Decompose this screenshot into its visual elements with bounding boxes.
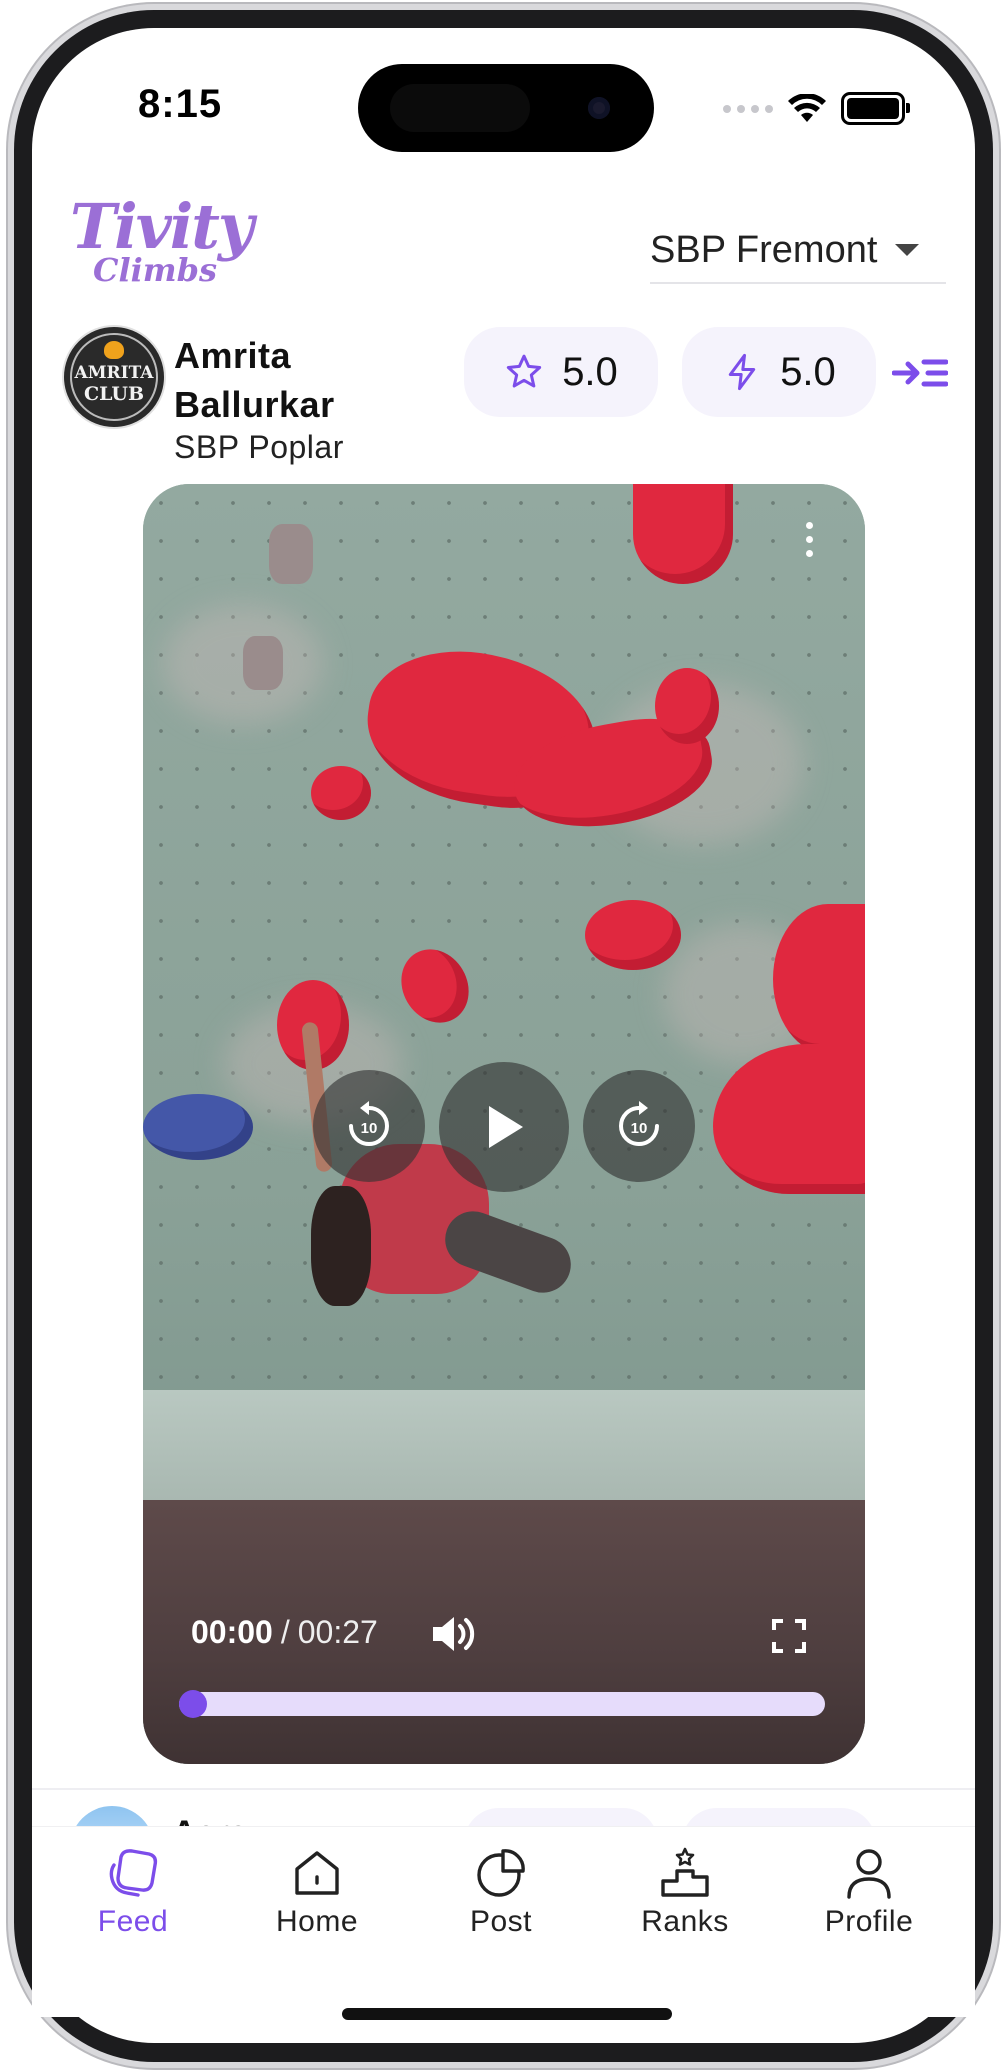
difficulty-rating-value: 5.0 [780,349,836,394]
wall-base [143,1390,865,1500]
video-progress-thumb[interactable] [179,1690,207,1718]
home-indicator[interactable] [342,2008,672,2020]
lightning-icon [729,353,756,391]
battery-icon [841,92,910,125]
tab-ranks[interactable]: Ranks [610,1847,760,1939]
front-camera [588,97,610,119]
avatar-text-line1: AMRITA [74,363,154,383]
difficulty-rating-pill[interactable]: 5.0 [682,327,876,417]
app-logo: Tivity Climbs [70,190,254,289]
tab-post-label: Post [469,1905,533,1938]
home-icon [295,1851,339,1895]
tab-feed[interactable]: Feed [58,1847,208,1939]
climbing-hold-blue [143,1094,253,1160]
logo-line2: Climbs [92,251,218,289]
forward-seconds: 10 [631,1120,648,1137]
feed-icon [109,1849,158,1897]
dynamic-island [358,64,654,152]
climber-hair [311,1186,371,1306]
quality-rating-value: 5.0 [562,349,618,394]
gym-selector[interactable]: SBP Fremont [650,218,946,284]
flame-icon [104,341,124,359]
rewind-10-icon: 10 [349,1101,389,1146]
gym-selector-value: SBP Fremont [650,228,878,271]
rewind-10-button[interactable]: 10 [313,1070,425,1182]
more-options-icon[interactable] [803,522,815,570]
status-bar: 8:15 [0,0,1005,152]
climbing-hold [311,766,371,820]
rewind-seconds: 10 [361,1120,378,1137]
tab-home[interactable]: Home [242,1847,392,1939]
post-user-name[interactable]: Amrita Ballurkar [174,331,374,429]
climbing-hold [633,484,733,584]
tab-feed-label: Feed [97,1905,169,1938]
video-timecode: 00:00 / 00:27 [191,1614,378,1651]
island-sensor [390,84,530,132]
tab-post[interactable]: Post [426,1847,576,1939]
quality-rating-pill[interactable]: 5.0 [464,327,658,417]
climbing-hold [655,668,719,744]
video-current-time: 00:00 [191,1614,273,1650]
arrow-list-icon[interactable] [892,355,948,391]
logo-line1: Tivity [70,190,254,263]
tab-profile-label: Profile [824,1905,914,1938]
volume-icon[interactable] [429,1612,477,1656]
dropdown-caret-icon [895,244,920,256]
climbing-hold [585,900,681,970]
play-button[interactable] [439,1062,569,1192]
star-icon [507,354,542,388]
bottom-tab-bar: Feed Home Post Ranks Profile [32,1826,975,2017]
avatar[interactable]: AMRITA CLUB [62,325,166,429]
video-progress-bar[interactable] [179,1690,825,1718]
volume-up-button [6,430,14,540]
profile-icon [847,1849,891,1899]
ranks-icon [661,1847,709,1897]
play-icon [489,1106,523,1148]
fullscreen-icon[interactable] [771,1618,807,1654]
volume-down-button [6,570,14,680]
climbing-hold-grey [269,524,313,584]
avatar-text-line2: CLUB [83,383,145,405]
status-icons [723,92,910,125]
signal-icon [723,104,773,113]
forward-10-button[interactable]: 10 [583,1070,695,1182]
tab-profile[interactable]: Profile [794,1847,944,1939]
status-time: 8:15 [138,82,223,126]
video-player[interactable]: 10 10 00:00 / 00:27 [143,484,865,1764]
climbing-hold-grey [243,636,283,690]
tab-ranks-label: Ranks [641,1905,729,1938]
forward-10-icon: 10 [619,1101,659,1146]
tab-home-label: Home [275,1905,359,1938]
mute-switch [6,330,14,390]
post-header: AMRITA CLUB Amrita Ballurkar SBP Poplar … [62,325,952,475]
wifi-icon [788,93,826,122]
post-icon [477,1849,525,1897]
power-button [993,470,1001,640]
post-gym: SBP Poplar [174,429,344,465]
video-time-separator: / [280,1614,290,1650]
post-divider [32,1788,975,1790]
video-duration: 00:27 [297,1614,378,1650]
